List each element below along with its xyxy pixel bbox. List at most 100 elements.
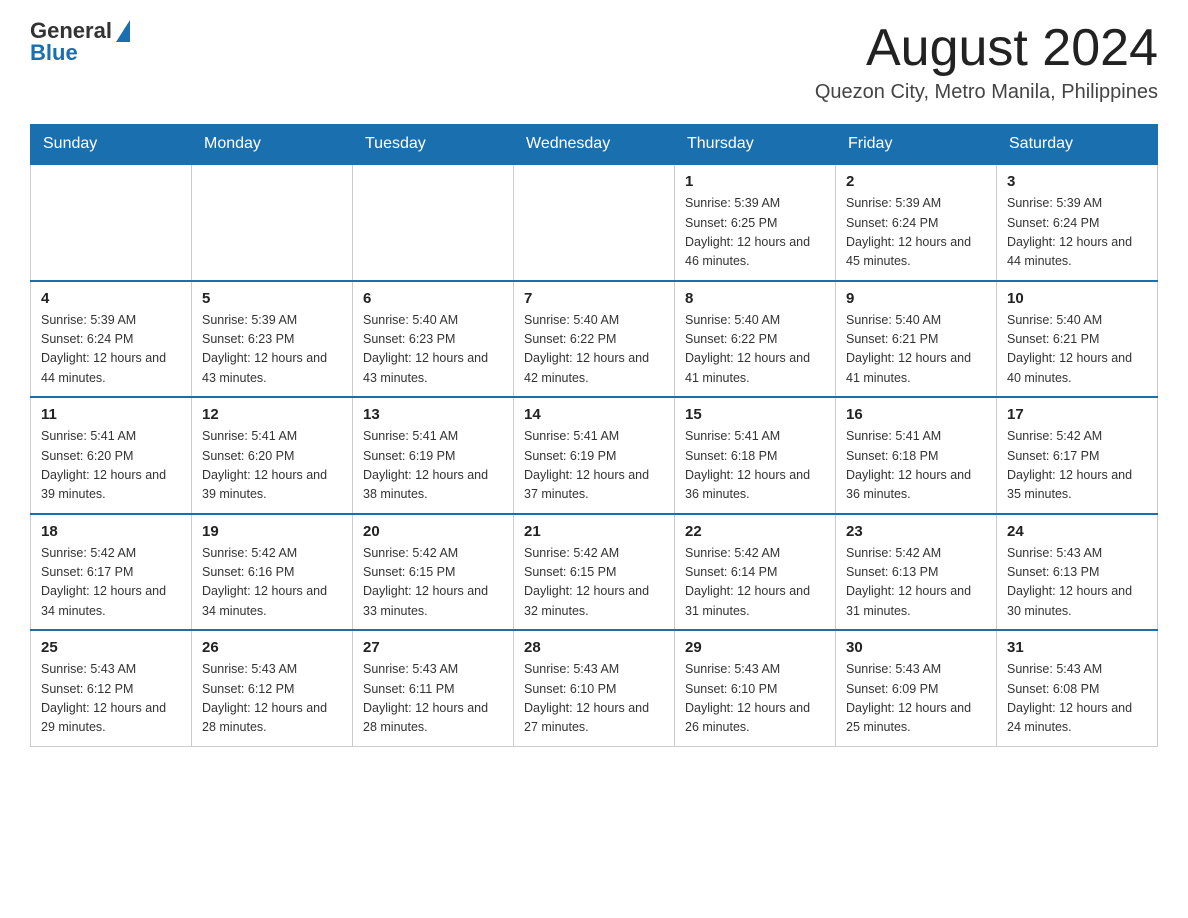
day-info: Sunrise: 5:41 AM Sunset: 6:19 PM Dayligh… <box>524 427 664 505</box>
calendar-cell: 21Sunrise: 5:42 AM Sunset: 6:15 PM Dayli… <box>514 514 675 631</box>
calendar-cell: 27 Sunrise: 5:43 AM Sunset: 6:11 PM Dayli… <box>353 630 514 746</box>
day-info: Sunrise: 5:42 AM Sunset: 6:17 PM Dayligh… <box>1007 427 1147 505</box>
day-info: Sunrise: 5:43 AM Sunset: 6:11 PM Dayligh… <box>363 660 503 738</box>
day-number: 10 <box>1007 290 1147 307</box>
day-info: Sunrise: 5:39 AM Sunset: 6:24 PM Dayligh… <box>846 194 986 272</box>
day-number: 20 <box>363 523 503 540</box>
calendar-header: SundayMondayTuesdayWednesdayThursdayFrid… <box>31 125 1158 165</box>
header-day-sunday: Sunday <box>31 125 192 165</box>
day-number: 18 <box>41 523 181 540</box>
day-info: Sunrise: 5:41 AM Sunset: 6:20 PM Dayligh… <box>41 427 181 505</box>
logo-blue-text: Blue <box>30 42 130 64</box>
calendar-cell: 30 Sunrise: 5:43 AM Sunset: 6:09 PM Dayli… <box>836 630 997 746</box>
day-info: Sunrise: 5:39 AM Sunset: 6:23 PM Dayligh… <box>202 311 342 389</box>
header-row: SundayMondayTuesdayWednesdayThursdayFrid… <box>31 125 1158 165</box>
day-number: 19 <box>202 523 342 540</box>
day-info: Sunrise: 5:43 AM Sunset: 6:10 PM Dayligh… <box>685 660 825 738</box>
day-number: 12 <box>202 406 342 423</box>
calendar-cell: 7 Sunrise: 5:40 AM Sunset: 6:22 PM Daylig… <box>514 281 675 398</box>
day-number: 16 <box>846 406 986 423</box>
calendar-cell: 24 Sunrise: 5:43 AM Sunset: 6:13 PM Dayli… <box>997 514 1158 631</box>
day-info: Sunrise: 5:43 AM Sunset: 6:09 PM Dayligh… <box>846 660 986 738</box>
day-info: Sunrise: 5:42 AM Sunset: 6:14 PM Dayligh… <box>685 544 825 622</box>
day-info: Sunrise: 5:43 AM Sunset: 6:12 PM Dayligh… <box>202 660 342 738</box>
calendar-cell: 8Sunrise: 5:40 AM Sunset: 6:22 PM Daylig… <box>675 281 836 398</box>
day-number: 23 <box>846 523 986 540</box>
calendar-cell <box>353 164 514 281</box>
calendar-cell: 26 Sunrise: 5:43 AM Sunset: 6:12 PM Dayli… <box>192 630 353 746</box>
day-info: Sunrise: 5:42 AM Sunset: 6:13 PM Dayligh… <box>846 544 986 622</box>
day-info: Sunrise: 5:42 AM Sunset: 6:16 PM Dayligh… <box>202 544 342 622</box>
day-number: 31 <box>1007 639 1147 656</box>
calendar-cell: 29 Sunrise: 5:43 AM Sunset: 6:10 PM Dayli… <box>675 630 836 746</box>
day-info: Sunrise: 5:40 AM Sunset: 6:21 PM Dayligh… <box>1007 311 1147 389</box>
month-title: August 2024 <box>815 20 1158 77</box>
calendar-cell: 11 Sunrise: 5:41 AM Sunset: 6:20 PM Dayli… <box>31 397 192 514</box>
calendar-cell: 16 Sunrise: 5:41 AM Sunset: 6:18 PM Dayli… <box>836 397 997 514</box>
day-info: Sunrise: 5:41 AM Sunset: 6:18 PM Dayligh… <box>846 427 986 505</box>
logo-general-text: General <box>30 20 112 42</box>
calendar-cell: 22 Sunrise: 5:42 AM Sunset: 6:14 PM Dayli… <box>675 514 836 631</box>
day-info: Sunrise: 5:39 AM Sunset: 6:24 PM Dayligh… <box>41 311 181 389</box>
day-info: Sunrise: 5:43 AM Sunset: 6:08 PM Dayligh… <box>1007 660 1147 738</box>
week-row-2: 4 Sunrise: 5:39 AM Sunset: 6:24 PM Daylig… <box>31 281 1158 398</box>
day-number: 7 <box>524 290 664 307</box>
calendar-cell: 5 Sunrise: 5:39 AM Sunset: 6:23 PM Daylig… <box>192 281 353 398</box>
calendar-cell: 9 Sunrise: 5:40 AM Sunset: 6:21 PM Daylig… <box>836 281 997 398</box>
day-info: Sunrise: 5:39 AM Sunset: 6:25 PM Dayligh… <box>685 194 825 272</box>
header-day-saturday: Saturday <box>997 125 1158 165</box>
day-info: Sunrise: 5:42 AM Sunset: 6:15 PM Dayligh… <box>363 544 503 622</box>
day-number: 11 <box>41 406 181 423</box>
day-number: 6 <box>363 290 503 307</box>
week-row-4: 18 Sunrise: 5:42 AM Sunset: 6:17 PM Dayli… <box>31 514 1158 631</box>
day-number: 9 <box>846 290 986 307</box>
calendar-cell: 10 Sunrise: 5:40 AM Sunset: 6:21 PM Dayli… <box>997 281 1158 398</box>
calendar-cell: 1Sunrise: 5:39 AM Sunset: 6:25 PM Daylig… <box>675 164 836 281</box>
header-day-tuesday: Tuesday <box>353 125 514 165</box>
day-info: Sunrise: 5:42 AM Sunset: 6:17 PM Dayligh… <box>41 544 181 622</box>
day-number: 5 <box>202 290 342 307</box>
day-info: Sunrise: 5:41 AM Sunset: 6:20 PM Dayligh… <box>202 427 342 505</box>
day-number: 24 <box>1007 523 1147 540</box>
day-number: 15 <box>685 406 825 423</box>
day-number: 25 <box>41 639 181 656</box>
calendar-cell: 17 Sunrise: 5:42 AM Sunset: 6:17 PM Dayli… <box>997 397 1158 514</box>
day-number: 27 <box>363 639 503 656</box>
calendar-cell <box>31 164 192 281</box>
week-row-1: 1Sunrise: 5:39 AM Sunset: 6:25 PM Daylig… <box>31 164 1158 281</box>
day-number: 8 <box>685 290 825 307</box>
day-info: Sunrise: 5:40 AM Sunset: 6:22 PM Dayligh… <box>524 311 664 389</box>
week-row-5: 25 Sunrise: 5:43 AM Sunset: 6:12 PM Dayli… <box>31 630 1158 746</box>
day-number: 29 <box>685 639 825 656</box>
location-subtitle: Quezon City, Metro Manila, Philippines <box>815 81 1158 104</box>
calendar-table: SundayMondayTuesdayWednesdayThursdayFrid… <box>30 124 1158 747</box>
calendar-cell: 2Sunrise: 5:39 AM Sunset: 6:24 PM Daylig… <box>836 164 997 281</box>
calendar-cell: 4 Sunrise: 5:39 AM Sunset: 6:24 PM Daylig… <box>31 281 192 398</box>
day-info: Sunrise: 5:43 AM Sunset: 6:10 PM Dayligh… <box>524 660 664 738</box>
day-number: 17 <box>1007 406 1147 423</box>
calendar-cell <box>514 164 675 281</box>
week-row-3: 11 Sunrise: 5:41 AM Sunset: 6:20 PM Dayli… <box>31 397 1158 514</box>
day-info: Sunrise: 5:40 AM Sunset: 6:21 PM Dayligh… <box>846 311 986 389</box>
logo-triangle-icon <box>116 20 130 42</box>
day-number: 22 <box>685 523 825 540</box>
page-header: General Blue August 2024 Quezon City, Me… <box>30 20 1158 104</box>
calendar-body: 1Sunrise: 5:39 AM Sunset: 6:25 PM Daylig… <box>31 164 1158 746</box>
calendar-cell: 25 Sunrise: 5:43 AM Sunset: 6:12 PM Dayli… <box>31 630 192 746</box>
day-number: 28 <box>524 639 664 656</box>
calendar-cell: 14Sunrise: 5:41 AM Sunset: 6:19 PM Dayli… <box>514 397 675 514</box>
calendar-cell: 20 Sunrise: 5:42 AM Sunset: 6:15 PM Dayli… <box>353 514 514 631</box>
calendar-cell: 19 Sunrise: 5:42 AM Sunset: 6:16 PM Dayli… <box>192 514 353 631</box>
day-number: 26 <box>202 639 342 656</box>
day-info: Sunrise: 5:43 AM Sunset: 6:13 PM Dayligh… <box>1007 544 1147 622</box>
day-info: Sunrise: 5:41 AM Sunset: 6:19 PM Dayligh… <box>363 427 503 505</box>
header-day-wednesday: Wednesday <box>514 125 675 165</box>
calendar-cell: 15Sunrise: 5:41 AM Sunset: 6:18 PM Dayli… <box>675 397 836 514</box>
day-info: Sunrise: 5:43 AM Sunset: 6:12 PM Dayligh… <box>41 660 181 738</box>
day-number: 30 <box>846 639 986 656</box>
day-number: 4 <box>41 290 181 307</box>
header-day-thursday: Thursday <box>675 125 836 165</box>
day-number: 21 <box>524 523 664 540</box>
day-info: Sunrise: 5:39 AM Sunset: 6:24 PM Dayligh… <box>1007 194 1147 272</box>
day-number: 13 <box>363 406 503 423</box>
